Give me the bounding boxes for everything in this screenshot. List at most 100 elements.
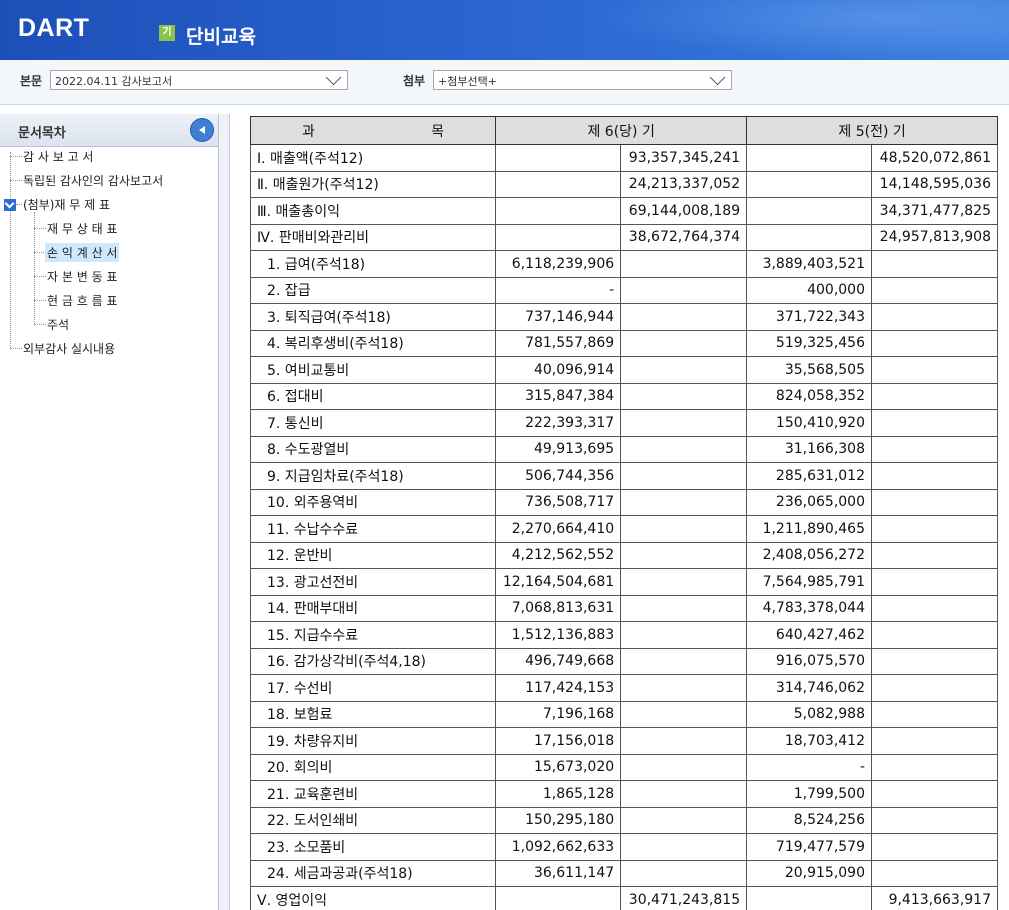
toc-title: 문서목차 (18, 126, 66, 141)
table-row: 1. 급여(주석18) 6,118,239,906 3,889,403,521 (249, 250, 998, 278)
amount-cell: 1,799,500 (746, 780, 872, 808)
collapse-sidebar-button[interactable] (190, 118, 214, 142)
amount-cell: 737,146,944 (495, 303, 622, 331)
table-row: 5. 여비교통비 40,096,914 35,568,505 (249, 356, 998, 384)
account-name-cell: 12. 운반비 (249, 541, 497, 569)
amount-cell: 222,393,317 (495, 409, 622, 437)
account-name-cell: 13. 광고선전비 (249, 568, 497, 596)
toc-item-cash-flow[interactable]: 현 금 흐 름 표 (47, 292, 117, 309)
attach-value: +첨부선택+ (438, 75, 497, 88)
main-doc-value: 2022.04.11 감사보고서 (55, 75, 173, 88)
amount-cell: 285,631,012 (746, 462, 872, 490)
toc-item-financial-statements[interactable]: (첨부)재 무 제 표 (23, 196, 110, 213)
amount-cell: 7,564,985,791 (746, 568, 872, 596)
amount-cell (620, 541, 748, 569)
table-row: Ⅲ. 매출총이익 69,144,008,189 34,371,477,825 (249, 197, 998, 225)
amount-cell (871, 780, 998, 808)
amount-cell (495, 144, 622, 172)
amount-cell: 49,913,695 (495, 435, 622, 463)
amount-cell: 18,703,412 (746, 727, 872, 755)
amount-cell: 236,065,000 (746, 488, 872, 516)
amount-cell: 496,749,668 (495, 647, 622, 675)
amount-cell: 20,915,090 (746, 859, 872, 887)
toc-item-income-statement[interactable]: 손 익 계 산 서 (45, 243, 120, 262)
tree-line (10, 348, 22, 349)
amount-cell: 3,889,403,521 (746, 250, 872, 278)
amount-cell (871, 488, 998, 516)
account-name-cell: Ⅱ. 매출원가(주석12) (249, 170, 497, 198)
table-row: 8. 수도광열비 49,913,695 31,166,308 (249, 435, 998, 463)
dart-logo[interactable]: DART (18, 14, 89, 43)
amount-cell (871, 356, 998, 384)
amount-cell (871, 329, 998, 357)
amount-cell (871, 435, 998, 463)
amount-cell: 38,672,764,374 (620, 223, 748, 251)
amount-cell (871, 250, 998, 278)
amount-cell (620, 462, 748, 490)
amount-cell (620, 568, 748, 596)
amount-cell (871, 515, 998, 543)
amount-cell (620, 329, 748, 357)
amount-cell (620, 356, 748, 384)
toc-item-audit-report[interactable]: 감 사 보 고 서 (23, 148, 93, 165)
amount-cell: 736,508,717 (495, 488, 622, 516)
amount-cell: 4,783,378,044 (746, 594, 872, 622)
amount-cell: 5,082,988 (746, 700, 872, 728)
tree-line (10, 156, 22, 157)
account-name-cell: 9. 지급임차료(주석18) (249, 462, 497, 490)
account-name-cell: 2. 잡급 (249, 276, 497, 304)
amount-cell (871, 674, 998, 702)
toc-item-independent-auditor[interactable]: 독립된 감사인의 감사보고서 (23, 172, 163, 189)
amount-cell (746, 886, 872, 910)
account-name-cell: 23. 소모품비 (249, 833, 497, 861)
table-row: 21. 교육훈련비 1,865,128 1,799,500 (249, 780, 998, 808)
amount-cell: 93,357,345,241 (620, 144, 748, 172)
table-row: Ⅳ. 판매비와관리비 38,672,764,374 24,957,813,908 (249, 223, 998, 251)
header-current-period: 제 6(당) 기 (495, 116, 748, 145)
toc-item-equity-changes[interactable]: 자 본 변 동 표 (47, 268, 117, 285)
header-item-a: 과 (302, 123, 315, 140)
chevron-down-icon (325, 69, 342, 86)
amount-cell (871, 409, 998, 437)
account-name-cell: Ⅰ. 매출액(주석12) (249, 144, 497, 172)
account-name-cell: 24. 세금과공과(주석18) (249, 859, 497, 887)
toc-item-balance-sheet[interactable]: 재 무 상 태 표 (47, 220, 117, 237)
income-statement-table: 과목 제 6(당) 기 제 5(전) 기 Ⅰ. 매출액(주석12) 93,357,… (249, 116, 998, 910)
amount-cell (746, 144, 872, 172)
account-name-cell: Ⅴ. 영업이익 (249, 886, 497, 910)
amount-cell (620, 488, 748, 516)
amount-cell: 371,722,343 (746, 303, 872, 331)
attach-select[interactable]: +첨부선택+ (433, 69, 732, 90)
amount-cell (871, 594, 998, 622)
table-row: Ⅰ. 매출액(주석12) 93,357,345,241 48,520,072,861 (249, 144, 998, 172)
amount-cell (871, 382, 998, 410)
amount-cell: 400,000 (746, 276, 872, 304)
amount-cell: 24,957,813,908 (871, 223, 998, 251)
amount-cell: 24,213,337,052 (620, 170, 748, 198)
toc-item-notes[interactable]: 주석 (47, 316, 69, 333)
expand-toggle-icon[interactable] (4, 199, 16, 211)
table-row: 3. 퇴직급여(주석18) 737,146,944 371,722,343 (249, 303, 998, 331)
account-name-cell: 7. 통신비 (249, 409, 497, 437)
amount-cell: 2,270,664,410 (495, 515, 622, 543)
header-previous-period: 제 5(전) 기 (746, 116, 998, 145)
toc-item-external-audit[interactable]: 외부감사 실시내용 (23, 340, 115, 357)
account-name-cell: 5. 여비교통비 (249, 356, 497, 384)
account-name-cell: 14. 판매부대비 (249, 594, 497, 622)
account-name-cell: 17. 수선비 (249, 674, 497, 702)
table-row: 15. 지급수수료 1,512,136,883 640,427,462 (249, 621, 998, 649)
amount-cell: 35,568,505 (746, 356, 872, 384)
table-row: 11. 수납수수료 2,270,664,410 1,211,890,465 (249, 515, 998, 543)
table-row: 14. 판매부대비 7,068,813,631 4,783,378,044 (249, 594, 998, 622)
amount-cell (620, 435, 748, 463)
amount-cell (495, 886, 622, 910)
main-doc-select[interactable]: 2022.04.11 감사보고서 (50, 69, 348, 90)
amount-cell (620, 753, 748, 781)
amount-cell: 6,118,239,906 (495, 250, 622, 278)
header-item: 과목 (249, 116, 497, 145)
account-name-cell: 1. 급여(주석18) (249, 250, 497, 278)
amount-cell (620, 250, 748, 278)
panel-divider[interactable] (219, 114, 230, 910)
amount-cell (620, 727, 748, 755)
amount-cell: 15,673,020 (495, 753, 622, 781)
